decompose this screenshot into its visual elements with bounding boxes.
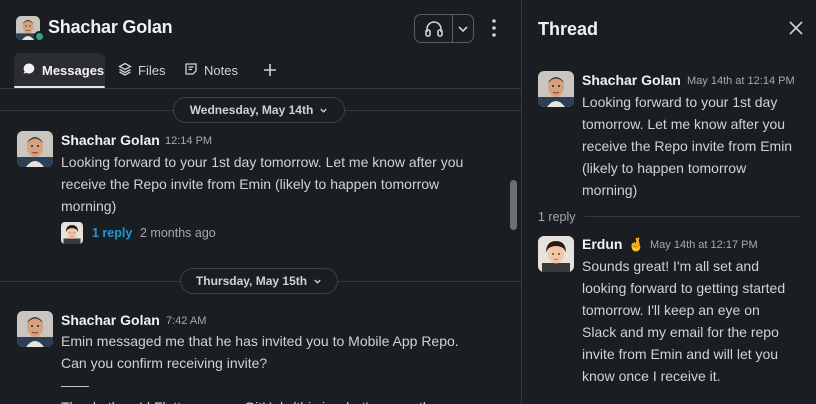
message-sender[interactable]: Shachar Golan <box>61 132 160 148</box>
add-tab-icon[interactable] <box>262 62 278 83</box>
layers-icon <box>118 62 132 79</box>
close-icon[interactable] <box>788 20 804 41</box>
tab-messages[interactable]: Messages <box>22 62 104 79</box>
note-icon <box>184 62 198 79</box>
message-sender[interactable]: Shachar Golan <box>61 312 160 328</box>
crossed-fingers-emoji: 🤞 <box>628 237 645 252</box>
headphones-icon <box>424 20 444 43</box>
chevron-down-icon[interactable] <box>457 22 469 40</box>
avatar[interactable] <box>17 311 53 347</box>
message-body: Looking forward to your 1st day tomorrow… <box>61 154 464 214</box>
message-body: Emin messaged me that he has invited you… <box>61 333 459 404</box>
avatar[interactable] <box>17 131 53 167</box>
avatar[interactable] <box>538 236 574 272</box>
thread-pane: Thread Shachar Golan May 14th at 12:14 P… <box>522 0 816 404</box>
chat-bubble-icon <box>22 62 36 79</box>
thread-title: Thread <box>538 19 599 39</box>
thread-replies-link[interactable]: 1 reply <box>92 226 132 240</box>
avatar[interactable] <box>538 71 574 107</box>
thread-reply-timestamp[interactable]: May 14th at 12:17 PM <box>650 239 758 251</box>
message-timestamp[interactable]: 7:42 AM <box>166 315 206 327</box>
conversation-title[interactable]: Shachar Golan <box>48 17 173 38</box>
thread-parent-sender[interactable]: Shachar Golan <box>582 72 681 88</box>
thread-parent-body: Looking forward to your 1st day tomorrow… <box>582 94 793 198</box>
thread-last-reply: 2 months ago <box>140 226 216 240</box>
thread-reply-sender[interactable]: Erdun 🤞 <box>582 236 645 253</box>
more-options-icon[interactable] <box>488 17 500 39</box>
chevron-down-icon <box>320 108 327 113</box>
message-timestamp[interactable]: 12:14 PM <box>165 135 212 147</box>
thread-reply-body: Sounds great! I'm all set and looking fo… <box>582 258 786 384</box>
tab-files[interactable]: Files <box>118 62 165 79</box>
chevron-down-icon <box>314 279 321 284</box>
tab-notes[interactable]: Notes <box>184 62 238 79</box>
date-divider-may-14[interactable]: Wednesday, May 14th <box>173 97 345 123</box>
scrollbar[interactable] <box>510 180 517 230</box>
date-divider-may-15[interactable]: Thursday, May 15th <box>180 268 338 294</box>
huddle-button[interactable] <box>414 14 474 43</box>
thread-parent-timestamp[interactable]: May 14th at 12:14 PM <box>687 75 795 87</box>
conversation-pane: Shachar Golan Messages Files Notes Wedne… <box>0 0 521 404</box>
reply-count-separator: 1 reply <box>538 210 576 224</box>
presence-indicator <box>34 31 45 42</box>
reply-avatar <box>61 222 83 244</box>
